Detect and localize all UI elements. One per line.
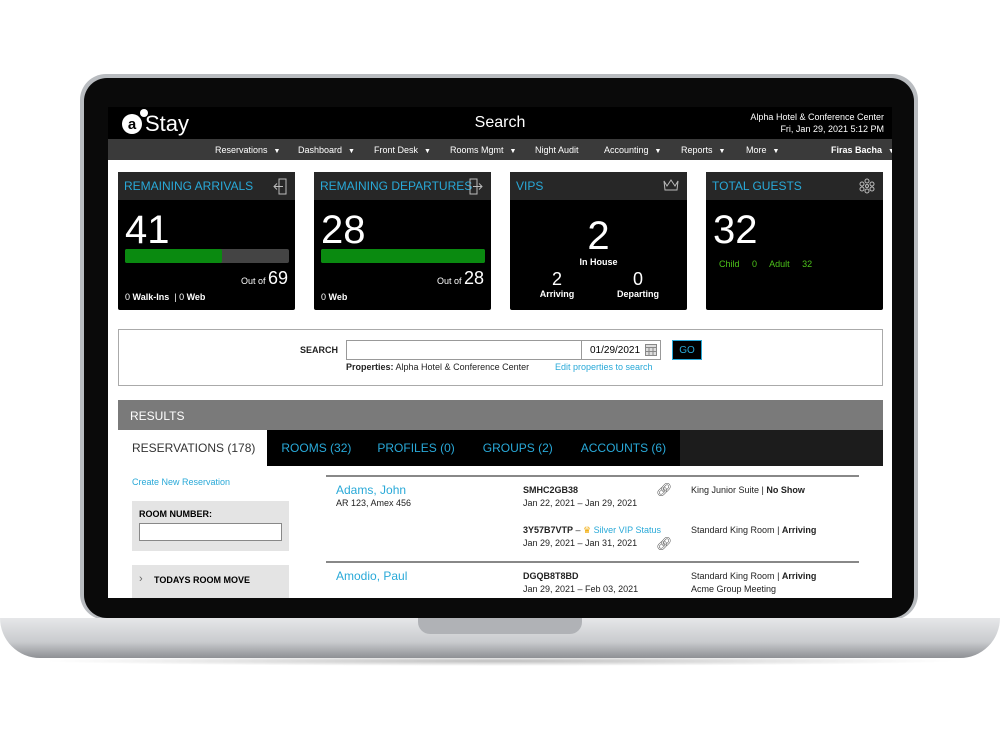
edit-properties-link[interactable]: Edit properties to search [555, 362, 653, 372]
card-total-guests[interactable]: TOTAL GUESTS 32 Child 0 Adult 32 [706, 172, 883, 310]
card-vips[interactable]: VIPS 2 In House 2 Arriving 0 Departing [510, 172, 687, 310]
caret-down-icon: ▼ [718, 148, 726, 155]
card-remaining-arrivals[interactable]: REMAINING ARRIVALS 41 Out of 69 0 Walk-I… [118, 172, 295, 310]
crown-icon: ♛ [583, 525, 592, 535]
search-panel: SEARCH 01/29/2021 GO Properties: Alpha H… [118, 329, 883, 386]
card-title: VIPS [516, 179, 544, 193]
group-name: Acme Group Meeting [691, 584, 777, 594]
caret-down-icon: ▼ [273, 148, 281, 155]
nav-accounting[interactable]: Accounting ▼ [604, 145, 661, 155]
caret-down-icon: ▼ [888, 148, 892, 155]
property-name: Alpha Hotel & Conference Center [750, 112, 884, 122]
arrivals-progress [125, 249, 289, 263]
card-header: TOTAL GUESTS [706, 172, 883, 200]
guest-name-link[interactable]: Amodio, Paul [336, 569, 407, 583]
guests-breakdown: Child 0 Adult 32 [719, 259, 813, 269]
app-header: a Stay Search Alpha Hotel & Conference Ce… [108, 107, 892, 139]
nav-front-desk[interactable]: Front Desk ▼ [374, 145, 431, 155]
property-info: Alpha Hotel & Conference Center Fri, Jan … [750, 111, 884, 135]
stay-dates: Jan 29, 2021 – Feb 03, 2021 [523, 584, 639, 594]
enter-door-icon [273, 178, 287, 195]
nav-dashboard[interactable]: Dashboard ▼ [298, 145, 355, 155]
tab-reservations[interactable]: RESERVATIONS (178) [118, 430, 268, 466]
guest-name-link[interactable]: Adams, John [336, 483, 406, 497]
stay-dates: Jan 22, 2021 – Jan 29, 2021 [523, 498, 638, 508]
card-title: TOTAL GUESTS [712, 179, 802, 193]
card-header: REMAINING ARRIVALS [118, 172, 295, 200]
nav-reports[interactable]: Reports ▼ [681, 145, 725, 155]
results-tabs: RESERVATIONS (178) ROOMS (32) PROFILES (… [118, 430, 883, 466]
calendar-icon[interactable] [645, 344, 657, 356]
card-title: REMAINING ARRIVALS [124, 179, 254, 193]
arrivals-count: 41 [125, 208, 170, 252]
card-header: REMAINING DEPARTURES [314, 172, 491, 200]
datetime: Fri, Jan 29, 2021 5:12 PM [780, 124, 884, 134]
search-input[interactable] [346, 340, 582, 360]
caret-down-icon: ▼ [348, 148, 355, 155]
search-label: SEARCH [300, 345, 339, 355]
guests-cluster-icon [859, 178, 875, 194]
tab-accounts[interactable]: ACCOUNTS (6) [566, 430, 681, 466]
exit-door-icon [469, 178, 483, 195]
app-screen: a Stay Search Alpha Hotel & Conference Ce… [108, 107, 892, 598]
todays-room-move-label: TODAYS ROOM MOVE [154, 575, 251, 585]
divider [326, 475, 859, 477]
date-field[interactable]: 01/29/2021 [581, 340, 661, 360]
room-number-input[interactable] [139, 523, 282, 541]
chevron-right-icon: › [139, 573, 143, 585]
card-title: REMAINING DEPARTURES [320, 179, 473, 193]
confirmation-code[interactable]: 3Y57B7VTP [523, 525, 573, 535]
caret-down-icon: ▼ [654, 148, 662, 155]
user-menu[interactable]: Firas Bacha ▼ [831, 145, 892, 155]
tab-rooms[interactable]: ROOMS (32) [267, 430, 366, 466]
vips-departing-label: Departing [616, 289, 659, 299]
confirmation-code[interactable]: SMHC2GB38 [523, 485, 578, 495]
card-header: VIPS [510, 172, 687, 200]
vips-in-house-count: 2 [587, 214, 610, 258]
results-header: RESULTS [118, 400, 883, 430]
confirmation-code[interactable]: DGQB8T8BD [523, 571, 579, 581]
crown-icon [663, 179, 679, 191]
departures-progress [321, 249, 485, 263]
nav-more[interactable]: More ▼ [746, 145, 779, 155]
guest-sub: AR 123, Amex 456 [336, 498, 412, 508]
room-status: Standard King Room | Arriving [691, 525, 817, 535]
vip-status: Silver VIP Status [593, 525, 662, 535]
stay-dates: Jan 29, 2021 – Jan 31, 2021 [523, 538, 638, 548]
guests-count: 32 [713, 208, 758, 252]
departures-count: 28 [321, 208, 366, 252]
room-number-filter: ROOM NUMBER: [132, 501, 289, 551]
departures-out-of: Out of 28 [436, 268, 484, 288]
confirmation-line: 3Y57B7VTP – ♛ Silver VIP Status [523, 525, 662, 535]
caret-down-icon: ▼ [509, 148, 517, 155]
tab-groups[interactable]: GROUPS (2) [468, 430, 567, 466]
divider [326, 561, 859, 563]
arrivals-breakdown: 0 Walk-Ins | 0 Web [125, 292, 206, 302]
link-icon[interactable]: 🔗︎ [656, 482, 673, 498]
card-remaining-departures[interactable]: REMAINING DEPARTURES 28 Out of 28 0 Web [314, 172, 491, 310]
properties-text: Properties: Alpha Hotel & Conference Cen… [346, 362, 530, 372]
room-status: King Junior Suite | No Show [691, 485, 805, 495]
vips-arriving-count: 2 [551, 269, 562, 289]
caret-down-icon: ▼ [772, 148, 780, 155]
vips-departing-count: 0 [632, 269, 643, 289]
laptop-notch [418, 618, 582, 634]
vips-in-house-label: In House [579, 257, 618, 267]
tab-profiles[interactable]: PROFILES (0) [365, 430, 469, 466]
create-reservation-link[interactable]: Create New Reservation [132, 477, 230, 487]
room-status: Standard King Room | Arriving [691, 571, 817, 581]
nav-night-audit[interactable]: Night Audit [535, 145, 579, 155]
room-number-label: ROOM NUMBER: [139, 509, 212, 519]
main-nav: Reservations ▼ Dashboard ▼ Front Desk ▼ Roo… [108, 139, 892, 160]
caret-down-icon: ▼ [424, 148, 431, 155]
go-button[interactable]: GO [672, 340, 702, 360]
nav-reservations[interactable]: Reservations ▼ [215, 145, 280, 155]
todays-room-move-toggle[interactable]: › TODAYS ROOM MOVE [132, 565, 289, 598]
departures-breakdown: 0 Web [321, 292, 348, 302]
nav-rooms-mgmt[interactable]: Rooms Mgmt ▼ [450, 145, 516, 155]
arrivals-out-of: Out of 69 [240, 268, 288, 288]
link-icon[interactable]: 🔗︎ [656, 536, 673, 552]
vips-arriving-label: Arriving [539, 289, 575, 299]
